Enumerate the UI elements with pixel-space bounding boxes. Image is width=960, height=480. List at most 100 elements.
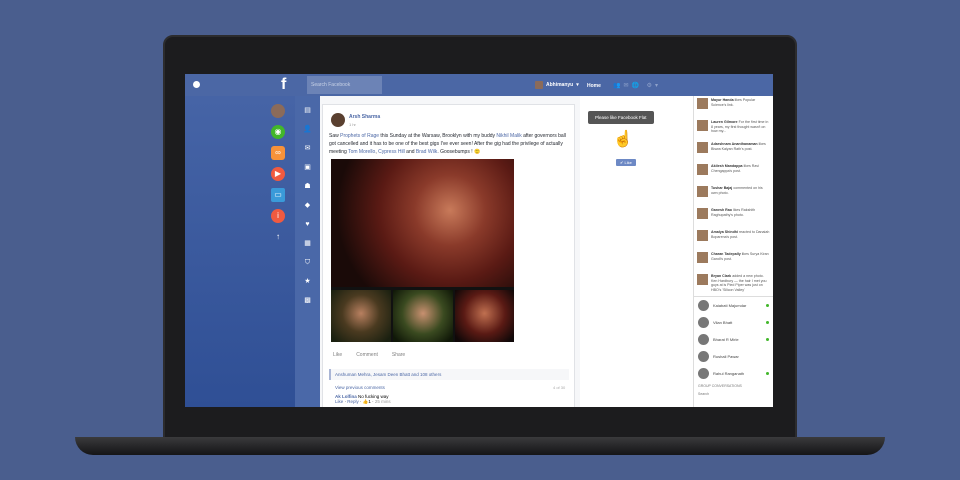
contact-name: Kaiabati Majumdar xyxy=(713,303,747,308)
contact-name: Rahul Ranganath xyxy=(713,371,745,376)
user-name: Abhimanyu xyxy=(546,82,574,88)
comment-reply[interactable]: Reply xyxy=(347,399,359,404)
post-author[interactable]: Arsh Sharma xyxy=(349,114,380,120)
shield-icon[interactable]: ⛉ xyxy=(303,258,312,267)
chat-contact[interactable]: Rahul Ranganath xyxy=(694,365,773,382)
globe-icon[interactable] xyxy=(193,81,200,88)
chat-contact[interactable]: Bharat R Mirle xyxy=(694,331,773,348)
ticker-item[interactable]: Tushar Bajaj commented on his own photo. xyxy=(694,184,773,206)
chat-search[interactable]: Search xyxy=(694,390,773,398)
online-indicator xyxy=(766,304,769,307)
mail-icon[interactable]: ✉ xyxy=(303,144,312,153)
avatar xyxy=(697,208,708,219)
post-actions: Like Comment Share xyxy=(333,352,405,358)
post-card: Arsh Sharma 1 hr Saw Prophets of Rage th… xyxy=(322,104,575,407)
document-icon[interactable]: ▤ xyxy=(303,106,312,115)
ticker-item[interactable]: Adarshnam Ananthanaman likes Biswa Kalya… xyxy=(694,140,773,162)
heart-icon[interactable]: ♥ xyxy=(303,220,312,229)
ticker-text: Mayur Handa likes Popular Science's link… xyxy=(711,98,756,107)
ticker-item[interactable]: Akilesh Mandappa likes Ravi Chengappa's … xyxy=(694,162,773,184)
avatar xyxy=(698,368,709,379)
comment-button[interactable]: Comment xyxy=(356,352,378,358)
link-cypress[interactable]: Cypress Hill xyxy=(378,149,405,155)
link-brad[interactable]: Brad Wilk xyxy=(416,149,437,155)
contact-name: Bharat R Mirle xyxy=(713,337,739,342)
ticker-item[interactable]: Bryan Clark added a new photo. Ken Hardb… xyxy=(694,272,773,294)
ticker-text: Bryan Clark added a new photo. Ken Hardb… xyxy=(711,274,767,292)
ticker-item[interactable]: Ganesh Rao likes Rakshith Raghupathy's p… xyxy=(694,206,773,228)
photo-thumb[interactable] xyxy=(393,290,453,342)
comment-count: 4 of 30 xyxy=(553,385,566,390)
post-photo[interactable] xyxy=(331,159,514,342)
profile-avatar[interactable] xyxy=(271,104,285,118)
box-icon[interactable]: ▩ xyxy=(303,296,312,305)
contact-name: Vilan Bhatt xyxy=(713,320,733,325)
reactions-summary[interactable]: Anshuman Mehra, Jesam Deen Bhatt and 108… xyxy=(329,369,569,380)
chat-contact[interactable]: Kaiabati Majumdar xyxy=(694,297,773,314)
arrow-up-icon[interactable]: ↑ xyxy=(271,230,285,244)
chat-contact[interactable]: Vilan Bhatt xyxy=(694,314,773,331)
star-icon[interactable]: ★ xyxy=(303,277,312,286)
binoculars-icon[interactable]: ∞ xyxy=(271,146,285,160)
ticker-item[interactable]: Mayur Handa likes Popular Science's link… xyxy=(694,96,773,118)
ticker-text: Ganesh Rao likes Rakshith Raghupathy's p… xyxy=(711,208,756,217)
avatar xyxy=(697,98,708,109)
news-feed: Arsh Sharma 1 hr Saw Prophets of Rage th… xyxy=(320,96,580,407)
tooltip: Please like Facebook Flat xyxy=(588,111,654,124)
ticker-text: Akilesh Mandappa likes Ravi Chengappa's … xyxy=(711,164,759,173)
avatar xyxy=(697,142,708,153)
photo-thumb[interactable] xyxy=(331,290,391,342)
photo-thumb[interactable] xyxy=(455,290,514,342)
avatar xyxy=(698,351,709,362)
like-button[interactable]: Like xyxy=(333,352,342,358)
ticker-text: Lauren Gilmore For the first time in 8 y… xyxy=(711,120,769,134)
facebook-logo[interactable]: f xyxy=(281,76,286,94)
link-prophets[interactable]: Prophets of Rage xyxy=(340,133,379,139)
ticker-item[interactable]: Lauren Gilmore For the first time in 8 y… xyxy=(694,118,773,140)
ticker-text: Tushar Bajaj commented on his own photo. xyxy=(711,186,763,195)
icon-column: ▤ 👤 ✉ ▣ ☗ ◆ ♥ ▦ ⛉ ★ ▩ xyxy=(295,96,320,407)
like-page-button[interactable]: ✔ Like xyxy=(616,159,636,166)
avatar xyxy=(697,274,708,285)
ticker-text: Charan Tadepally likes Surya Kiran Gandi… xyxy=(711,252,769,261)
link-tom[interactable]: Tom Morello xyxy=(348,149,375,155)
avatar xyxy=(698,300,709,311)
post-author-avatar[interactable] xyxy=(331,113,345,127)
calendar-icon[interactable]: ▦ xyxy=(303,239,312,248)
friends-icon[interactable]: 👤 xyxy=(303,125,312,134)
thumb-icon: ☝ xyxy=(613,131,633,148)
notification-icons[interactable]: 👥✉🌐 ⚙▾ xyxy=(613,82,661,89)
groups-icon[interactable]: ☗ xyxy=(303,182,312,191)
avatar xyxy=(697,230,708,241)
play-icon[interactable]: ▶ xyxy=(271,167,285,181)
home-link[interactable]: Home xyxy=(587,83,601,89)
online-indicator xyxy=(766,321,769,324)
contact-name: Rushali Pawar xyxy=(713,354,739,359)
briefcase-icon[interactable]: ▭ xyxy=(271,188,285,202)
user-menu[interactable]: Abhimanyu ▾ xyxy=(535,81,579,89)
avatar xyxy=(697,120,708,131)
online-indicator xyxy=(766,338,769,341)
link-nikhil[interactable]: Nikhil Malik xyxy=(496,133,521,139)
search-input[interactable]: Search Facebook xyxy=(307,76,382,94)
screen: f Search Facebook Abhimanyu ▾ Home 👥✉🌐 ⚙▾… xyxy=(185,74,773,407)
ticker-item[interactable]: Charan Tadepally likes Surya Kiran Gandi… xyxy=(694,250,773,272)
avatar xyxy=(698,317,709,328)
chat-contact[interactable]: Rushali Pawar xyxy=(694,348,773,365)
comment: Ak Lolfina No fucking way Like · Reply ·… xyxy=(335,394,391,404)
info-icon[interactable]: i xyxy=(271,209,285,223)
avatar xyxy=(697,164,708,175)
top-bar: f Search Facebook Abhimanyu ▾ Home 👥✉🌐 ⚙▾ xyxy=(185,74,773,96)
comment-like[interactable]: Like xyxy=(335,399,343,404)
middle-column: Please like Facebook Flat ☝ ✔ Like xyxy=(580,96,693,407)
feed-icon[interactable]: ◉ xyxy=(271,125,285,139)
share-button[interactable]: Share xyxy=(392,352,405,358)
game-icon[interactable]: ◆ xyxy=(303,201,312,210)
group-conversations-label: GROUP CONVERSATIONS xyxy=(698,384,742,388)
post-text: Saw Prophets of Rage this Sunday at the … xyxy=(329,133,566,155)
ticker-item[interactable]: Amalya Shindhi reacted to Danaiah Bopare… xyxy=(694,228,773,250)
pages-icon[interactable]: ▣ xyxy=(303,163,312,172)
avatar xyxy=(535,81,543,89)
post-time[interactable]: 1 hr xyxy=(349,122,356,127)
view-previous-comments[interactable]: View previous comments xyxy=(335,385,385,390)
